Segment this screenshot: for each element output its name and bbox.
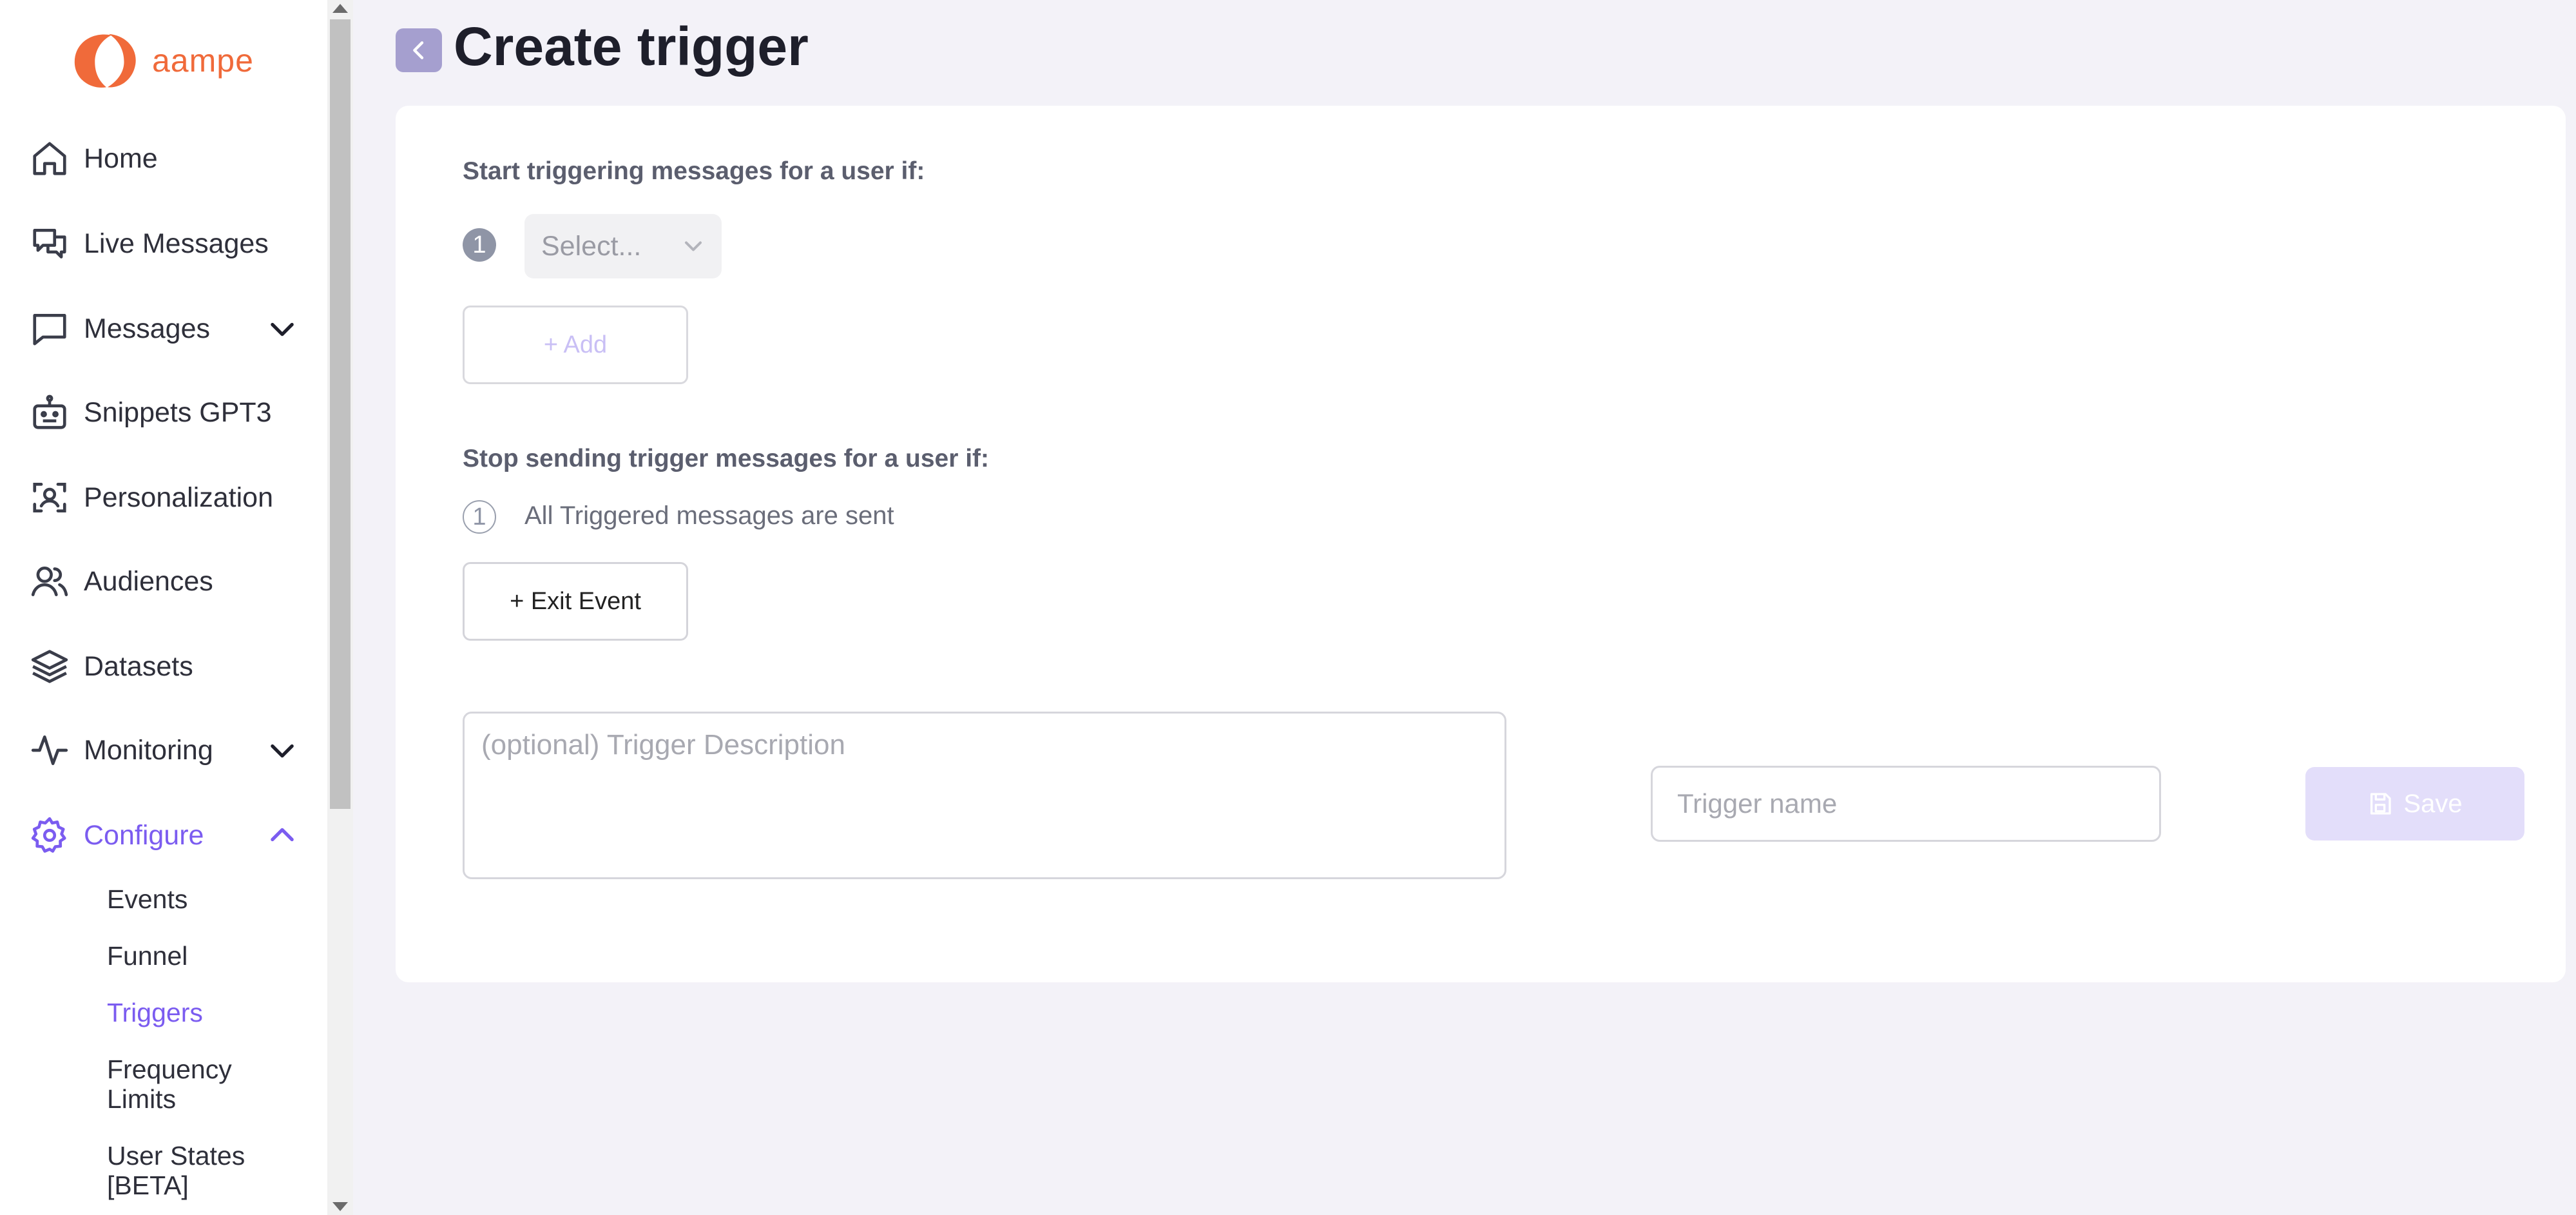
save-button-label: Save [2403, 789, 2463, 818]
sidebar-item-label: Home [84, 142, 158, 174]
trigger-name-input[interactable] [1651, 766, 2161, 842]
activity-icon [28, 729, 71, 772]
start-step-number: 1 [463, 228, 496, 262]
sidebar-item-label: Datasets [84, 650, 193, 682]
sidebar-item-label: Monitoring [84, 734, 213, 766]
sidebar-subitem-triggers[interactable]: Triggers [107, 998, 300, 1027]
logo[interactable]: aampe [67, 28, 254, 93]
sidebar-item-datasets[interactable]: Datasets [28, 641, 299, 692]
stop-section-heading: Stop sending trigger messages for a user… [463, 445, 990, 472]
sidebar-item-label: Audiences [84, 565, 213, 597]
sidebar-subitem-funnel[interactable]: Funnel [107, 941, 300, 971]
sidebar-item-monitoring[interactable]: Monitoring [28, 724, 299, 776]
chevron-down-icon [684, 241, 702, 251]
start-section-heading: Start triggering messages for a user if: [463, 157, 925, 185]
sidebar-item-label: Configure [84, 819, 204, 851]
sidebar-item-audiences[interactable]: Audiences [28, 556, 299, 607]
users-icon [28, 560, 71, 603]
sidebar-subitem-events[interactable]: Events [107, 884, 300, 914]
stop-condition-text: All Triggered messages are sent [524, 501, 894, 530]
chat-bubbles-icon [28, 222, 71, 265]
trigger-description-field[interactable] [463, 712, 1506, 879]
sidebar-item-label: Live Messages [84, 228, 269, 259]
back-button[interactable] [396, 28, 442, 72]
sidebar-item-messages[interactable]: Messages [28, 303, 299, 355]
sidebar-item-snippets-gpt3[interactable]: Snippets GPT3 [28, 387, 299, 438]
sidebar-item-configure[interactable]: Configure [28, 810, 299, 861]
layers-icon [28, 645, 71, 688]
gear-icon [28, 814, 71, 857]
sidebar-item-personalization[interactable]: Personalization [28, 472, 299, 523]
scroll-up-arrow-icon[interactable] [332, 4, 348, 13]
chevron-up-icon[interactable] [265, 819, 299, 852]
sidebar-subitem-user-states[interactable]: User States [BETA] [107, 1141, 268, 1200]
chevron-down-icon[interactable] [265, 734, 299, 767]
robot-icon [28, 391, 71, 434]
sidebar-item-label: Personalization [84, 481, 274, 513]
sidebar-item-home[interactable]: Home [28, 133, 299, 184]
floppy-disk-icon [2370, 793, 2392, 815]
exit-event-button[interactable]: + Exit Event [463, 562, 688, 641]
sidebar-item-label: Snippets GPT3 [84, 396, 272, 428]
page-title: Create trigger [454, 16, 809, 77]
scroll-down-arrow-icon[interactable] [332, 1202, 348, 1211]
save-button[interactable]: Save [2305, 767, 2524, 841]
trigger-form-card: Start triggering messages for a user if:… [396, 106, 2566, 982]
chevron-down-icon[interactable] [265, 312, 299, 345]
chevron-left-icon [413, 41, 424, 59]
message-square-icon [28, 307, 71, 350]
sidebar-scrollbar[interactable] [327, 0, 353, 1215]
sidebar-item-live-messages[interactable]: Live Messages [28, 218, 299, 269]
select-value: Select... [541, 230, 642, 262]
add-condition-button[interactable]: + Add [463, 306, 688, 384]
aampe-logo-icon [74, 34, 136, 88]
sidebar-subitem-frequency-limits[interactable]: Frequency Limits [107, 1055, 268, 1114]
scrollbar-thumb[interactable] [330, 19, 351, 809]
person-scan-icon [28, 476, 71, 519]
sidebar-item-label: Messages [84, 313, 210, 344]
sidebar: aampe Home Live Messages Messages Snippe… [0, 0, 327, 1215]
home-icon [28, 137, 71, 180]
start-condition-select[interactable]: Select... [524, 214, 722, 278]
stop-step-number: 1 [463, 500, 496, 534]
brand-name: aampe [152, 43, 254, 79]
